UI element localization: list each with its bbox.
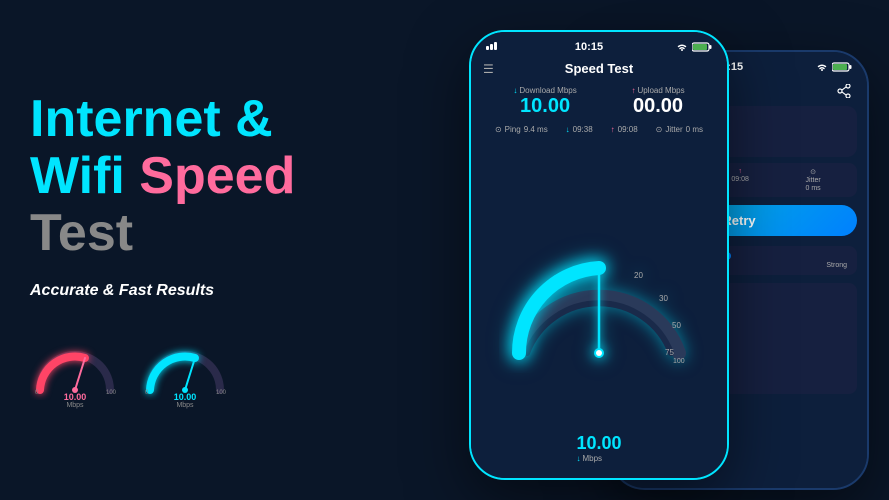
main-title: Internet & Wifi Speed Test [30,91,340,263]
ping-label: Ping [505,125,521,134]
jitter-item: ⊙ Jitter 0 ms [656,125,703,134]
front-status-icons [676,42,712,52]
upload-stat: 09:08 [618,125,638,134]
hamburger-icon[interactable]: ☰ [483,62,494,76]
download-label: ↓ Download Mbps [513,86,576,95]
stat-jitter-label: Jitter [806,177,821,184]
back-status-icons [816,62,852,72]
app-header: ☰ Speed Test [471,57,727,82]
jitter-label: Jitter [665,125,682,134]
front-signal-icon [486,40,502,53]
gauge-download-icon: ↓ [576,454,580,463]
mini-gauge-1-value: 10.00 [64,392,87,402]
stat-jitter-val: 0 ms [806,185,821,192]
download-stat: 09:38 [573,125,593,134]
app-title: Speed Test [565,61,633,76]
ul-stat-icon: ↑ [611,125,615,134]
mini-gauge-2-value: 10.00 [174,392,197,402]
svg-text:100: 100 [106,390,117,396]
front-status-bar: 10:15 [471,32,727,57]
stat-upload: ↑ 09:08 [731,168,749,192]
jitter-circle-icon: ⊙ [656,125,663,134]
gauge-number: 10.00 [576,433,621,454]
gauge-value-display: 10.00 ↓ Mbps [576,433,621,463]
mini-gauge-1-svg: 0 100 [30,340,120,400]
download-col: ↓ Download Mbps 10.00 [513,86,576,118]
phones-container: 10:15 Result [349,0,889,500]
title-line3: Test [30,205,340,262]
left-section: Internet & Wifi Speed Test Accurate & Fa… [0,0,370,500]
ping-circle-icon: ⊙ [495,125,502,134]
title-line2: Wifi Speed [30,148,340,205]
back-wifi-icon [816,62,828,72]
gauge-container: 0 1 5 10 20 30 50 75 100 [471,137,727,478]
svg-text:100: 100 [216,390,227,396]
front-battery-icon [692,42,712,52]
gauge-unit-text: Mbps [582,454,602,463]
dl-stat-icon: ↓ [566,125,570,134]
upload-stat-item: ↑ 09:08 [611,125,638,134]
speedometer-svg: 0 1 5 10 20 30 50 75 100 [499,243,699,373]
back-battery-icon [832,62,852,72]
mini-gauge-2: 0 100 10.00 Mbps [140,340,230,409]
stat-upload-val: 09:08 [731,176,749,183]
svg-text:75: 75 [665,348,674,357]
title-test: Test [30,204,133,262]
jitter-value: 0 ms [686,125,703,134]
share-icon[interactable] [836,84,852,98]
title-line1: Internet & [30,91,340,148]
svg-text:100: 100 [673,358,685,365]
jitter-icon: ⊙ [810,168,816,176]
svg-text:50: 50 [672,321,681,330]
speed-values: ↓ Download Mbps 10.00 ↑ Upload Mbps 00.0… [471,82,727,122]
mini-gauge-1: 0 100 10.00 Mbps [30,340,120,409]
upload-arrow-icon: ↑ [738,168,742,175]
upload-value: 00.00 [633,95,683,118]
upload-col: ↑ Upload Mbps 00.00 [631,86,684,118]
mini-gauge-2-svg: 0 100 [140,340,230,400]
title-wifi: Wifi [30,147,139,205]
ping-item: ⊙ Ping 9.4 ms [495,125,548,134]
mini-gauge-2-unit: Mbps [176,402,193,409]
svg-text:30: 30 [659,294,668,303]
phone-front-screen: 10:15 ☰ Speed Test [471,32,727,478]
upload-label: ↑ Upload Mbps [631,86,684,95]
phone-front: 10:15 ☰ Speed Test [469,30,729,480]
title-internet: Internet & [30,90,273,148]
mini-gauges: 0 100 10.00 Mbps 0 100 10.00 Mbps [30,340,340,409]
subtitle: Accurate & Fast Results [30,282,340,300]
ping-value: 9.4 ms [524,125,548,134]
ping-row: ⊙ Ping 9.4 ms ↓ 09:38 ↑ 09:08 ⊙ Jitter 0… [471,122,727,137]
title-speed: Speed [139,147,295,205]
gauge-unit: ↓ Mbps [576,454,621,463]
mini-gauge-1-unit: Mbps [66,402,83,409]
signal-strong-label: Strong [826,262,847,269]
stat-jitter: ⊙ Jitter 0 ms [806,168,821,192]
front-time: 10:15 [575,41,603,53]
front-wifi-icon [676,42,688,52]
download-stat-item: ↓ 09:38 [566,125,593,134]
download-value: 10.00 [520,95,570,118]
svg-text:20: 20 [634,271,643,280]
